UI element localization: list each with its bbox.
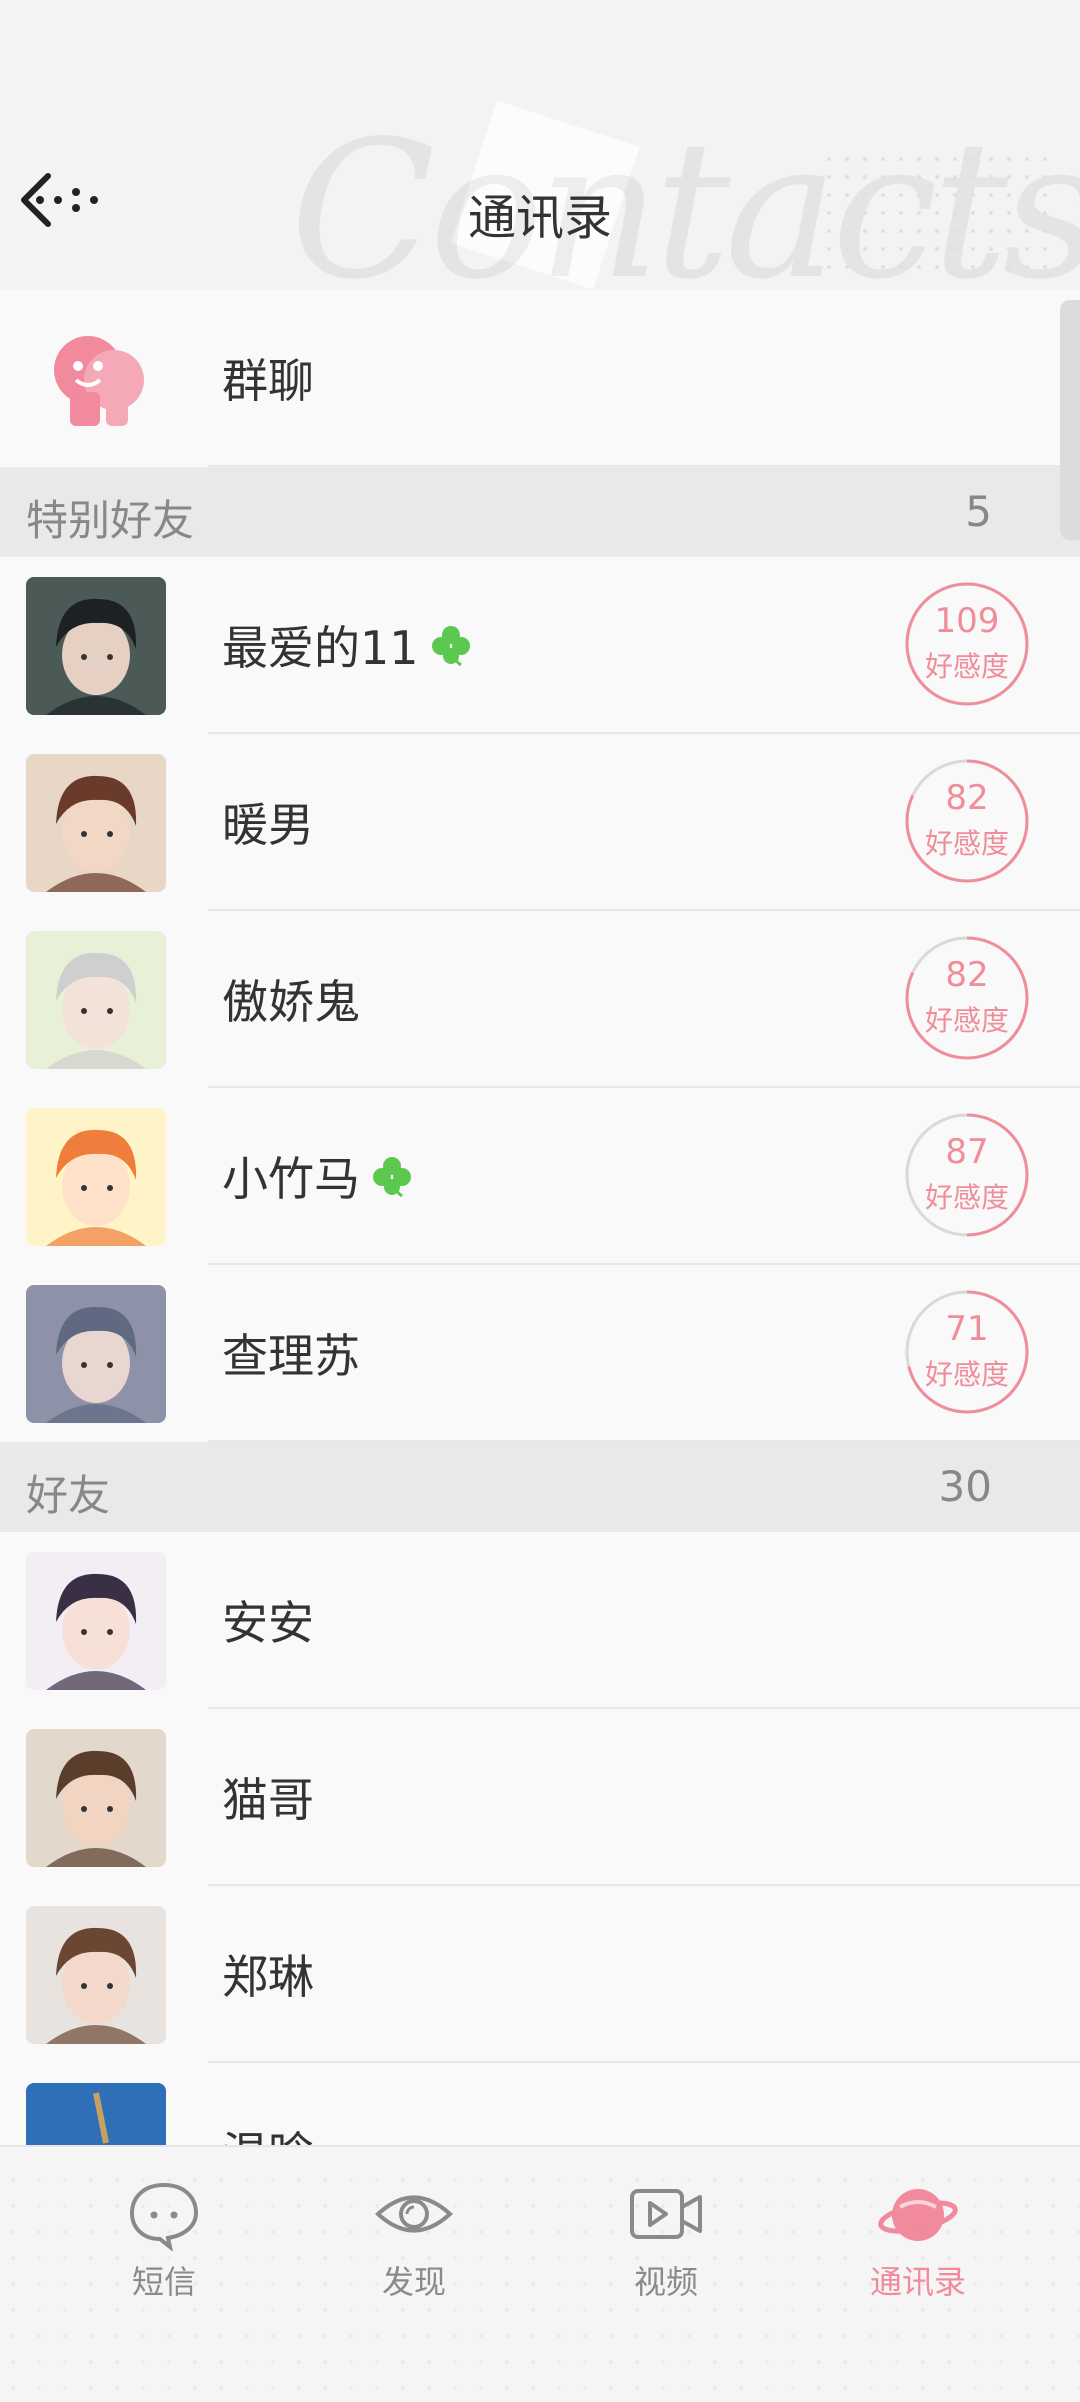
clover-icon xyxy=(373,1157,411,1198)
tab-contacts[interactable]: 通讯录 xyxy=(838,2177,998,2303)
group-chat-icon xyxy=(26,310,166,448)
contact-row[interactable]: 郑琳 xyxy=(0,1886,1080,2063)
affinity-badge: 109 好感度 xyxy=(902,579,1032,709)
planet-icon xyxy=(878,2189,958,2241)
contact-name-wrap: 猫哥 xyxy=(222,1764,314,1830)
section-title: 好友 xyxy=(26,1471,111,1520)
section-count: 5 xyxy=(965,487,992,536)
contact-row[interactable]: 最爱的11 109 好感度 xyxy=(0,557,1080,734)
affinity-label: 好感度 xyxy=(924,1004,1009,1037)
group-chat-label: 群聊 xyxy=(222,354,314,408)
bottom-tab-bar: 短信 发现 视频 通讯录 xyxy=(0,2145,1080,2402)
affinity-value: 87 xyxy=(945,1132,989,1172)
header: Contacts 通讯录 xyxy=(0,0,1080,290)
contact-name-wrap: 安安 xyxy=(222,1587,314,1653)
tab-video[interactable]: 视频 xyxy=(586,2177,746,2303)
affinity-label: 好感度 xyxy=(924,1358,1009,1391)
contact-name-wrap: 暖男 xyxy=(222,789,314,855)
video-icon xyxy=(630,2189,702,2239)
tab-discover[interactable]: 发现 xyxy=(334,2177,494,2303)
contact-name-wrap: 傲娇鬼 xyxy=(222,966,360,1032)
affinity-label: 好感度 xyxy=(924,650,1009,683)
tab-label: 短信 xyxy=(131,2263,196,2301)
contact-name: 猫哥 xyxy=(222,1773,314,1827)
affinity-value: 82 xyxy=(945,955,989,995)
tab-messages[interactable]: 短信 xyxy=(84,2177,244,2303)
contact-name-wrap: 最爱的11 xyxy=(222,612,473,678)
affinity-value: 109 xyxy=(934,601,1000,641)
page-title: 通讯录 xyxy=(467,190,612,246)
contact-row[interactable]: 暖男 82 好感度 xyxy=(0,734,1080,911)
special-friends-list: 最爱的11 109 好感度 暖男 82 好感度 傲娇鬼 82 好感度 小竹马 8… xyxy=(0,557,1080,1442)
section-title: 特别好友 xyxy=(26,496,195,545)
contact-name: 最爱的11 xyxy=(222,621,419,675)
avatar xyxy=(26,931,166,1069)
section-header-friends: 好友 30 xyxy=(0,1442,1080,1532)
affinity-label: 好感度 xyxy=(924,827,1009,860)
section-header-special-friends: 特别好友 5 xyxy=(0,467,1080,557)
affinity-label: 好感度 xyxy=(924,1181,1009,1214)
tab-label: 发现 xyxy=(381,2263,446,2301)
scrollbar[interactable] xyxy=(1060,300,1080,540)
contact-row[interactable]: 安安 xyxy=(0,1532,1080,1709)
contact-name: 查理苏 xyxy=(222,1329,360,1383)
contact-row[interactable]: 傲娇鬼 82 好感度 xyxy=(0,911,1080,1088)
eye-icon xyxy=(375,2195,453,2233)
avatar xyxy=(26,1108,166,1246)
avatar xyxy=(26,1285,166,1423)
clover-icon xyxy=(431,626,470,667)
friends-list: 安安 猫哥 郑琳 温晗 xyxy=(0,1532,1080,2240)
avatar xyxy=(26,1552,166,1690)
contact-row[interactable]: 小竹马 87 好感度 xyxy=(0,1088,1080,1265)
affinity-badge: 87 好感度 xyxy=(902,1110,1032,1240)
contact-name: 小竹马 xyxy=(222,1152,360,1206)
contact-row[interactable]: 猫哥 xyxy=(0,1709,1080,1886)
contact-row[interactable]: 查理苏 71 好感度 xyxy=(0,1265,1080,1442)
affinity-badge: 82 好感度 xyxy=(902,933,1032,1063)
contact-name: 安安 xyxy=(222,1596,314,1650)
contact-name-wrap: 郑琳 xyxy=(222,1941,314,2007)
contact-name-wrap: 查理苏 xyxy=(222,1320,360,1386)
contact-name: 郑琳 xyxy=(222,1950,314,2004)
contact-list: 群聊 特别好友 5 最爱的11 109 好感度 暖男 82 好感度 傲娇鬼 82… xyxy=(0,290,1080,2240)
affinity-value: 71 xyxy=(945,1309,989,1349)
contact-name: 暖男 xyxy=(222,798,314,852)
avatar xyxy=(26,754,166,892)
avatar xyxy=(26,577,166,715)
affinity-value: 82 xyxy=(945,778,989,818)
contact-name-wrap: 小竹马 xyxy=(222,1143,414,1209)
avatar xyxy=(26,1729,166,1867)
avatar xyxy=(26,1906,166,2044)
chat-bubble-icon xyxy=(129,2182,199,2253)
tab-label: 通讯录 xyxy=(869,2263,966,2301)
group-chat-row[interactable]: 群聊 xyxy=(0,290,1080,467)
section-count: 30 xyxy=(938,1462,992,1511)
contact-name: 傲娇鬼 xyxy=(222,975,360,1029)
affinity-badge: 82 好感度 xyxy=(902,756,1032,886)
affinity-badge: 71 好感度 xyxy=(902,1287,1032,1417)
tab-label: 视频 xyxy=(633,2263,698,2301)
